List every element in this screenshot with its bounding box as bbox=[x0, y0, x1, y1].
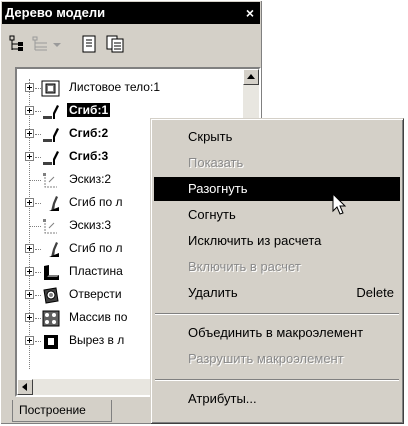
tree-item-label: Массив по bbox=[69, 310, 128, 324]
menu-item-hide[interactable]: Скрыть bbox=[154, 125, 400, 149]
close-icon[interactable]: × bbox=[246, 2, 254, 24]
sketch-icon bbox=[41, 171, 61, 190]
menu-item-label: Исключить из расчета bbox=[188, 233, 322, 248]
tree-item-label: Вырез в л bbox=[69, 333, 125, 347]
dropdown-arrow-icon bbox=[51, 34, 63, 54]
menu-item-label: Разогнуть bbox=[188, 181, 248, 196]
sheet-body-icon bbox=[41, 79, 61, 98]
bend-icon bbox=[41, 148, 61, 167]
menu-item-label: Атрибуты... bbox=[188, 391, 257, 406]
hole-icon bbox=[41, 286, 61, 305]
menu-item-label: Согнуть bbox=[188, 207, 236, 222]
menu-item-label: Объединить в макроэлемент bbox=[188, 325, 364, 340]
panel-titlebar[interactable]: Дерево модели × bbox=[2, 2, 260, 24]
tree-item-label: Сгиб:2 bbox=[69, 126, 109, 140]
expand-icon[interactable] bbox=[25, 198, 34, 207]
panel-title: Дерево модели bbox=[5, 5, 106, 20]
expand-icon[interactable] bbox=[25, 152, 34, 161]
menu-item-unfold[interactable]: Разогнуть bbox=[154, 177, 400, 201]
menu-item-shortcut: Delete bbox=[356, 285, 394, 300]
menu-separator bbox=[155, 313, 399, 315]
menu-item-label: Разрушить макроэлемент bbox=[188, 351, 344, 366]
scroll-left-button[interactable] bbox=[17, 379, 33, 395]
panel-toolbar bbox=[5, 29, 255, 59]
menu-separator bbox=[155, 379, 399, 381]
pages-icon[interactable] bbox=[105, 34, 125, 54]
tree-item[interactable]: Листовое тело:1 bbox=[17, 77, 237, 100]
menu-item-destroy-macro: Разрушить макроэлемент bbox=[154, 347, 400, 371]
cut-icon bbox=[41, 332, 61, 351]
menu-item-exclude[interactable]: Исключить из расчета bbox=[154, 229, 400, 253]
menu-item-merge-macro[interactable]: Объединить в макроэлемент bbox=[154, 321, 400, 345]
array-icon bbox=[41, 309, 61, 328]
tree-branch bbox=[29, 226, 41, 227]
tree-item-label: Сгиб:1 bbox=[67, 103, 111, 117]
menu-item-delete[interactable]: Удалить Delete bbox=[154, 281, 400, 305]
menu-item-label: Показать bbox=[188, 155, 244, 170]
tree-item-label: Сгиб:3 bbox=[69, 149, 109, 163]
expand-icon[interactable] bbox=[25, 267, 34, 276]
tree-list-icon bbox=[31, 34, 51, 54]
tree-item-label: Отверсти bbox=[69, 287, 122, 301]
expand-icon[interactable] bbox=[25, 313, 34, 322]
tree-item-label: Эскиз:3 bbox=[69, 218, 112, 232]
plate-icon bbox=[41, 263, 61, 282]
scroll-up-button[interactable] bbox=[243, 69, 259, 85]
menu-item-label: Включить в расчет bbox=[188, 259, 301, 274]
expand-icon[interactable] bbox=[25, 336, 34, 345]
bend-by-line-icon bbox=[41, 194, 61, 213]
bend-icon bbox=[41, 125, 61, 144]
expand-icon[interactable] bbox=[25, 129, 34, 138]
tree-branch bbox=[29, 180, 41, 181]
context-menu: Скрыть Показать Разогнуть Согнуть Исключ… bbox=[150, 118, 404, 424]
page-icon[interactable] bbox=[79, 34, 99, 54]
menu-item-label: Удалить bbox=[188, 285, 238, 300]
tree-item-label: Сгиб по л bbox=[69, 195, 123, 209]
tree-item-label: Листовое тело:1 bbox=[69, 80, 160, 94]
arrow-up-icon bbox=[247, 74, 255, 79]
bend-icon bbox=[41, 102, 61, 121]
menu-item-fold[interactable]: Согнуть bbox=[154, 203, 400, 227]
menu-item-include: Включить в расчет bbox=[154, 255, 400, 279]
menu-item-attributes[interactable]: Атрибуты... bbox=[154, 387, 400, 411]
expand-icon[interactable] bbox=[25, 106, 34, 115]
expand-icon[interactable] bbox=[25, 290, 34, 299]
mouse-cursor-icon bbox=[332, 192, 348, 217]
sketch-icon bbox=[41, 217, 61, 236]
bend-by-line-icon bbox=[41, 240, 61, 259]
tree-item-label: Пластина bbox=[69, 264, 123, 278]
tab-construction[interactable]: Построение bbox=[12, 400, 112, 422]
menu-item-show: Показать bbox=[154, 151, 400, 175]
menu-item-label: Скрыть bbox=[188, 129, 233, 144]
tree-view-icon[interactable] bbox=[7, 34, 27, 54]
expand-icon[interactable] bbox=[25, 83, 34, 92]
tree-item-label: Эскиз:2 bbox=[69, 172, 112, 186]
expand-icon[interactable] bbox=[25, 244, 34, 253]
tree-item-label: Сгиб по л bbox=[69, 241, 123, 255]
arrow-left-icon bbox=[22, 383, 27, 391]
